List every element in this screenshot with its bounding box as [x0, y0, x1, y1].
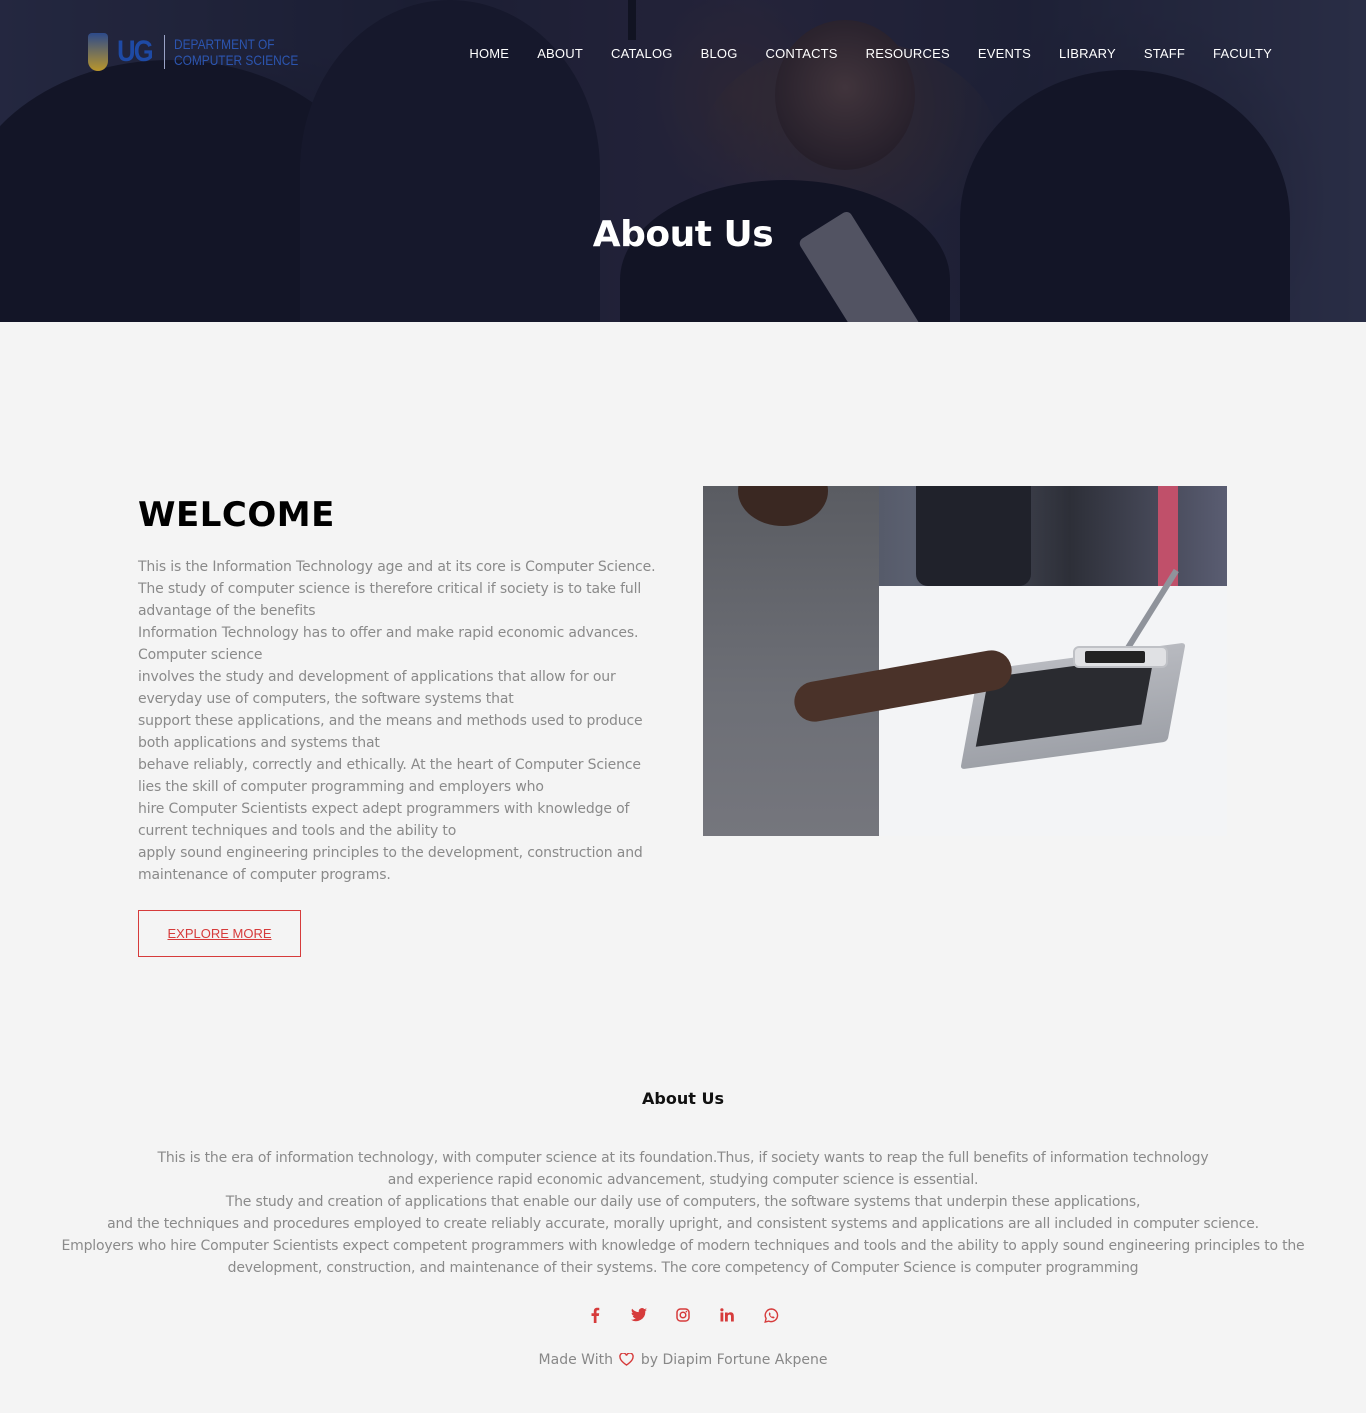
- footer-line: The study and creation of applications t…: [225, 1194, 1141, 1210]
- footer-line: development, construction, and maintenan…: [227, 1260, 1139, 1276]
- footer-line: Employers who hire Computer Scientists e…: [61, 1238, 1305, 1254]
- nav-blog[interactable]: BLOG: [701, 46, 738, 61]
- welcome-line: apply sound engineering principles to th…: [138, 845, 643, 861]
- footer-line: This is the era of information technolog…: [157, 1150, 1209, 1166]
- nav-faculty[interactable]: FACULTY: [1213, 46, 1272, 61]
- main-nav: HOME ABOUT CATALOG BLOG CONTACTS RESOURC…: [469, 46, 1272, 61]
- credit-author: by Diapim Fortune Akpene: [640, 1352, 828, 1368]
- welcome-line: current techniques and tools and the abi…: [138, 823, 457, 839]
- welcome-title: WELCOME: [138, 495, 335, 535]
- welcome-line: Computer science: [138, 647, 263, 663]
- site-logo[interactable]: UG DEPARTMENT OF COMPUTER SCIENCE: [88, 33, 320, 71]
- welcome-line: support these applications, and the mean…: [138, 713, 643, 729]
- welcome-line: This is the Information Technology age a…: [138, 559, 656, 575]
- twitter-icon[interactable]: [630, 1305, 648, 1325]
- facebook-icon[interactable]: [586, 1305, 604, 1325]
- photo-phone: [1073, 646, 1168, 668]
- nav-home[interactable]: HOME: [469, 46, 509, 61]
- explore-more-button[interactable]: EXPLORE MORE: [138, 910, 301, 957]
- welcome-line: The study of computer science is therefo…: [138, 581, 642, 597]
- heart-icon: [619, 1352, 635, 1370]
- instagram-icon[interactable]: [674, 1305, 692, 1325]
- nav-catalog[interactable]: CATALOG: [611, 46, 673, 61]
- crest-icon: [88, 33, 108, 71]
- photo-chair: [916, 486, 1031, 586]
- page-title: About Us: [592, 214, 774, 255]
- footer-line: and the techniques and procedures employ…: [107, 1216, 1259, 1232]
- welcome-line: advantage of the benefits: [138, 603, 316, 619]
- logo-text-line1: DEPARTMENT OF: [174, 36, 275, 52]
- footer-about-text: This is the era of information technolog…: [30, 1147, 1336, 1279]
- welcome-line: maintenance of computer programs.: [138, 867, 391, 883]
- nav-resources[interactable]: RESOURCES: [866, 46, 950, 61]
- footer-heading: About Us: [642, 1089, 724, 1108]
- welcome-line: involves the study and development of ap…: [138, 669, 616, 685]
- photo-person: [703, 486, 879, 836]
- social-links: [0, 1305, 1366, 1325]
- credit-prefix: Made With: [538, 1352, 613, 1368]
- nav-library[interactable]: LIBRARY: [1059, 46, 1116, 61]
- linkedin-icon[interactable]: [718, 1305, 736, 1325]
- footer-credit: Made With by Diapim Fortune Akpene: [0, 1352, 1366, 1370]
- nav-contacts[interactable]: CONTACTS: [766, 46, 838, 61]
- welcome-line: Information Technology has to offer and …: [138, 625, 639, 641]
- hero-banner: UG DEPARTMENT OF COMPUTER SCIENCE HOME A…: [0, 0, 1366, 322]
- logo-mark: UG: [117, 35, 154, 68]
- welcome-text: This is the Information Technology age a…: [138, 556, 668, 886]
- welcome-line: everyday use of computers, the software …: [138, 691, 514, 707]
- whatsapp-icon[interactable]: [762, 1305, 780, 1325]
- laptop-photo: [703, 486, 1227, 836]
- welcome-line: lies the skill of computer programming a…: [138, 779, 544, 795]
- welcome-line: behave reliably, correctly and ethically…: [138, 757, 641, 773]
- welcome-line: both applications and systems that: [138, 735, 380, 751]
- nav-events[interactable]: EVENTS: [978, 46, 1031, 61]
- footer-line: and experience rapid economic advancemen…: [387, 1172, 979, 1188]
- logo-text-line2: COMPUTER SCIENCE: [174, 52, 299, 68]
- nav-staff[interactable]: STAFF: [1144, 46, 1185, 61]
- logo-divider: [164, 35, 165, 69]
- welcome-line: hire Computer Scientists expect adept pr…: [138, 801, 630, 817]
- logo-text: DEPARTMENT OF COMPUTER SCIENCE: [174, 36, 298, 68]
- nav-about[interactable]: ABOUT: [537, 46, 583, 61]
